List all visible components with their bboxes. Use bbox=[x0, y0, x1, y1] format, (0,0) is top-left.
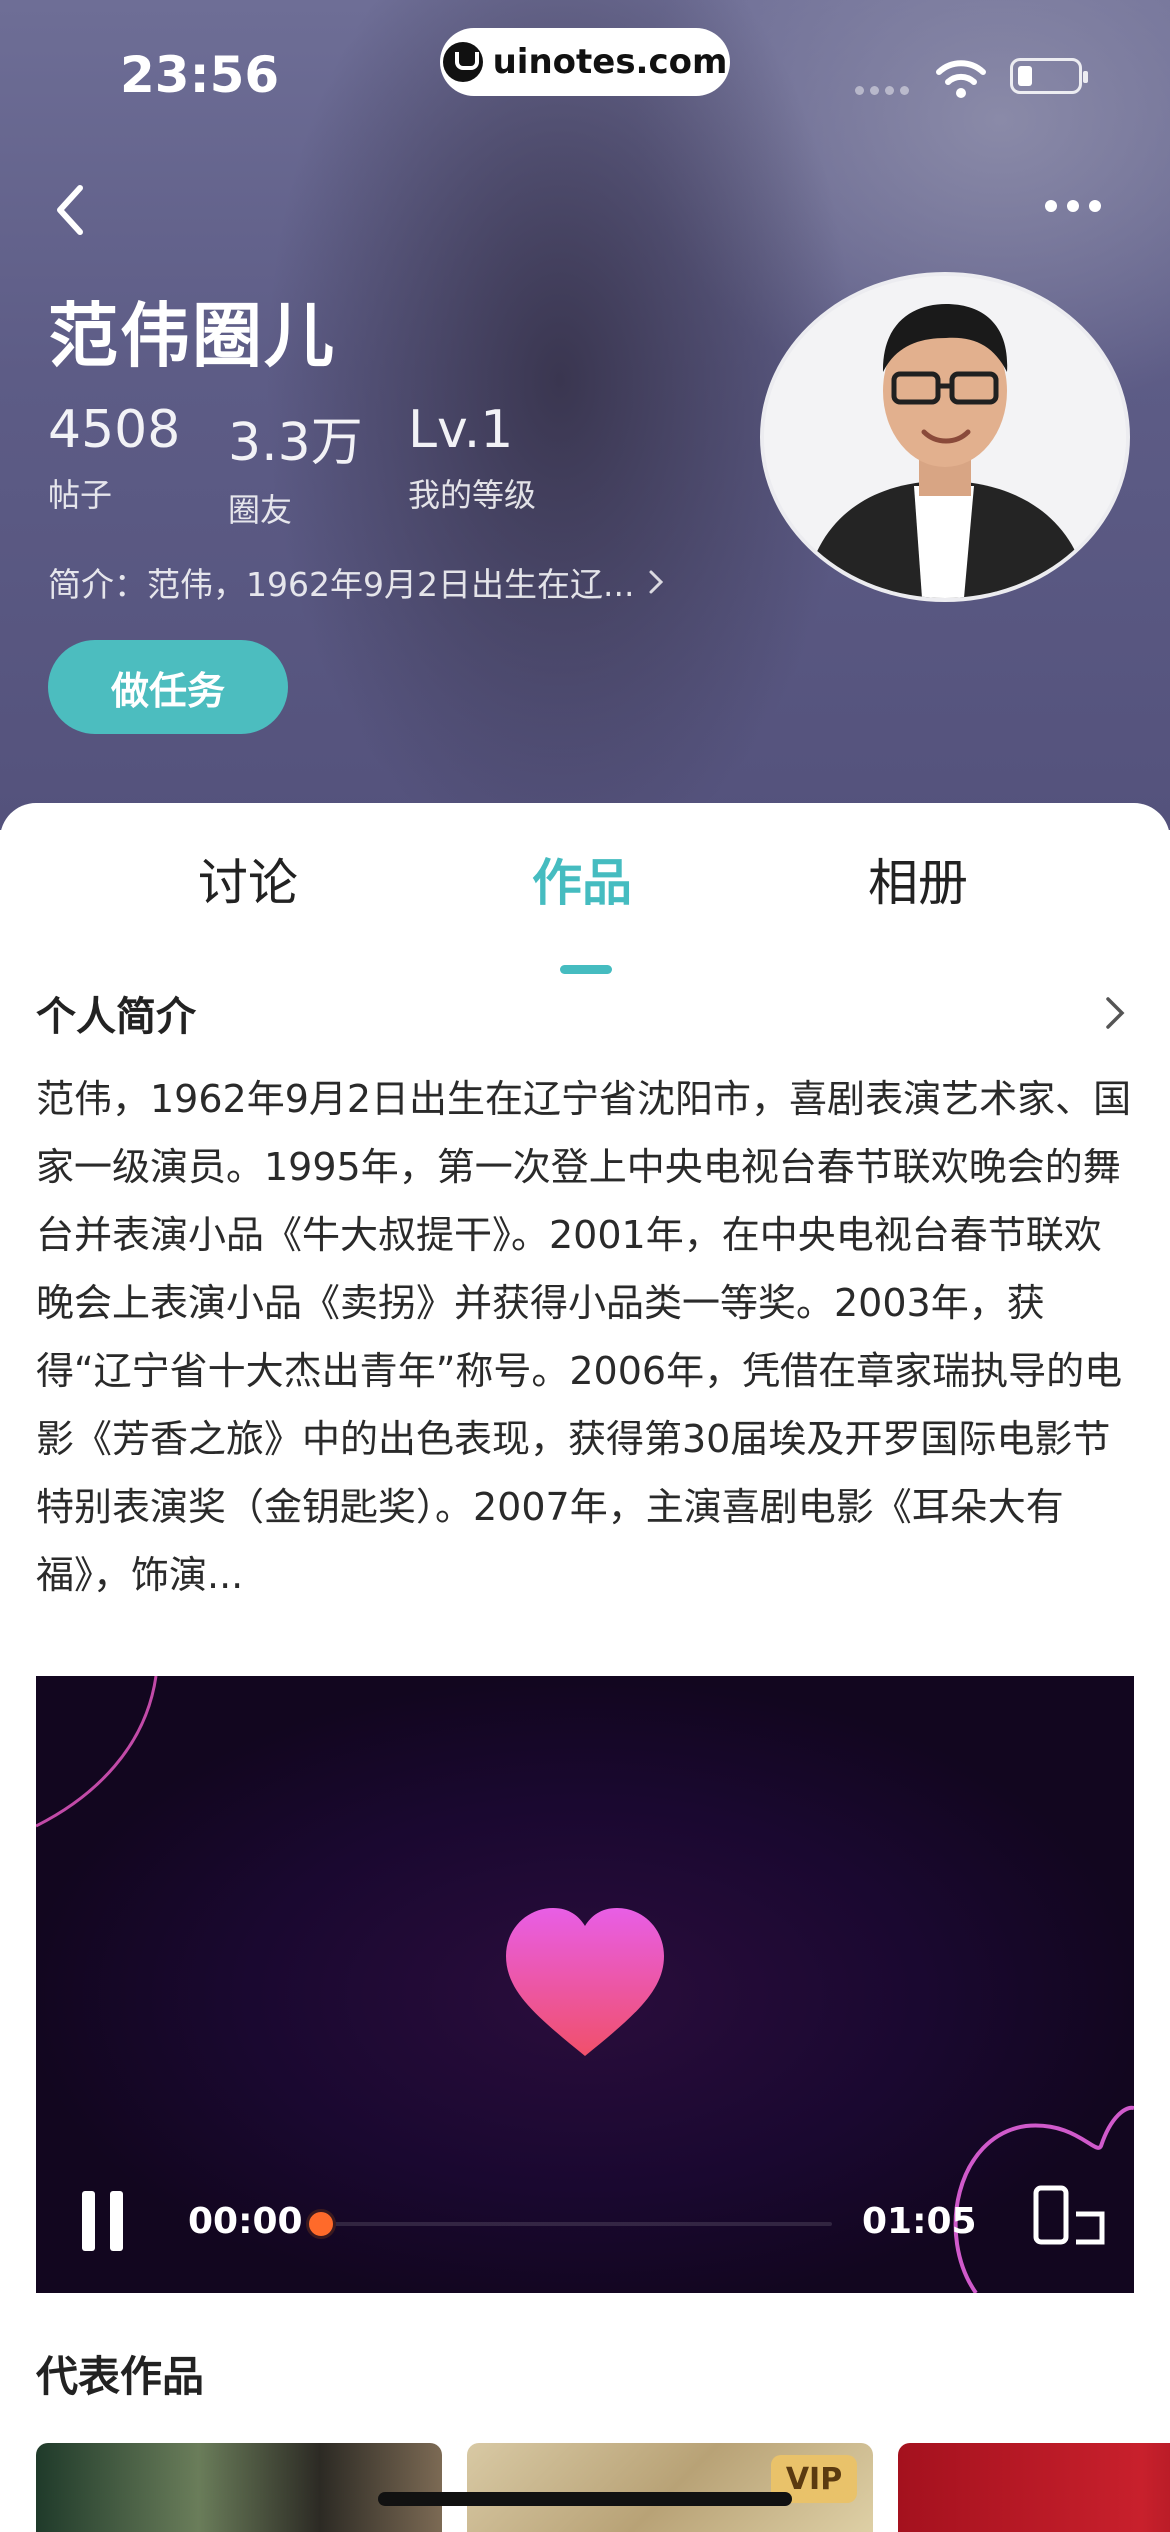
more-icon[interactable] bbox=[1045, 200, 1101, 212]
stat-label: 圈友 bbox=[228, 491, 293, 529]
signal-icon bbox=[855, 86, 909, 95]
section-title: 个人简介 bbox=[36, 994, 196, 1040]
tab-indicator bbox=[560, 965, 612, 974]
intro-text: 简介：范伟，1962年9月2日出生在辽... bbox=[48, 565, 635, 604]
stat-posts[interactable]: 4508 帖子 bbox=[48, 400, 228, 531]
work-thumbnail[interactable]: VIP bbox=[467, 2443, 873, 2532]
avatar[interactable] bbox=[760, 272, 1130, 602]
stat-label: 我的等级 bbox=[408, 476, 537, 514]
tab-discussion[interactable]: 讨论 bbox=[198, 843, 298, 915]
circle-header: 23:56 uinotes.com 范伟圈儿 4508 帖子 3.3万 圈友 L… bbox=[0, 0, 1170, 830]
wifi-icon bbox=[936, 60, 986, 98]
content-card: 讨论 作品 相册 个人简介 范伟，1962年9月2日出生在辽宁省沈阳市，喜剧表演… bbox=[0, 803, 1170, 2532]
chevron-right-icon bbox=[1106, 997, 1125, 1029]
pause-icon[interactable] bbox=[78, 2191, 128, 2251]
stat-value: 4508 bbox=[48, 400, 181, 460]
intro-link[interactable]: 简介：范伟，1962年9月2日出生在辽... bbox=[48, 558, 664, 606]
battery-icon bbox=[1010, 58, 1088, 94]
heart-icon bbox=[506, 1908, 664, 2056]
do-task-button[interactable]: 做任务 bbox=[48, 640, 288, 734]
works-list: VIP bbox=[36, 2443, 1170, 2532]
uinotes-logo-icon bbox=[442, 42, 483, 82]
video-current-time: 00:00 bbox=[188, 2201, 303, 2242]
status-time: 23:56 bbox=[120, 46, 280, 104]
url-text: uinotes.com bbox=[492, 42, 728, 82]
circle-title: 范伟圈儿 bbox=[48, 295, 336, 377]
rotate-screen-icon[interactable] bbox=[1032, 2184, 1108, 2248]
home-indicator[interactable] bbox=[378, 2492, 792, 2506]
circle-stats: 4508 帖子 3.3万 圈友 Lv.1 我的等级 bbox=[48, 400, 588, 531]
profile-section-header[interactable]: 个人简介 bbox=[36, 983, 1126, 1043]
stat-label: 帖子 bbox=[48, 476, 113, 514]
stat-level[interactable]: Lv.1 我的等级 bbox=[408, 400, 588, 531]
profile-bio[interactable]: 范伟，1962年9月2日出生在辽宁省沈阳市，喜剧表演艺术家、国家一级演员。199… bbox=[36, 1065, 1136, 1609]
video-player[interactable]: 00:00 01:05 bbox=[36, 1676, 1134, 2293]
url-pill: uinotes.com bbox=[440, 28, 730, 96]
tab-album[interactable]: 相册 bbox=[868, 843, 968, 915]
video-duration: 01:05 bbox=[862, 2201, 977, 2242]
tab-bar: 讨论 作品 相册 bbox=[0, 843, 1170, 974]
tab-works[interactable]: 作品 bbox=[532, 843, 632, 915]
work-thumbnail[interactable] bbox=[36, 2443, 442, 2532]
status-bar: 23:56 uinotes.com bbox=[0, 0, 1170, 140]
progress-track[interactable] bbox=[322, 2222, 832, 2226]
stat-members[interactable]: 3.3万 圈友 bbox=[228, 400, 408, 531]
back-icon[interactable] bbox=[50, 182, 90, 238]
chevron-right-icon bbox=[649, 570, 664, 594]
progress-thumb[interactable] bbox=[306, 2209, 336, 2239]
stat-value: 3.3万 bbox=[228, 413, 363, 473]
work-thumbnail[interactable] bbox=[898, 2443, 1170, 2532]
works-title: 代表作品 bbox=[36, 2352, 205, 2401]
avatar-portrait bbox=[764, 276, 1126, 598]
stat-value: Lv.1 bbox=[408, 400, 514, 460]
